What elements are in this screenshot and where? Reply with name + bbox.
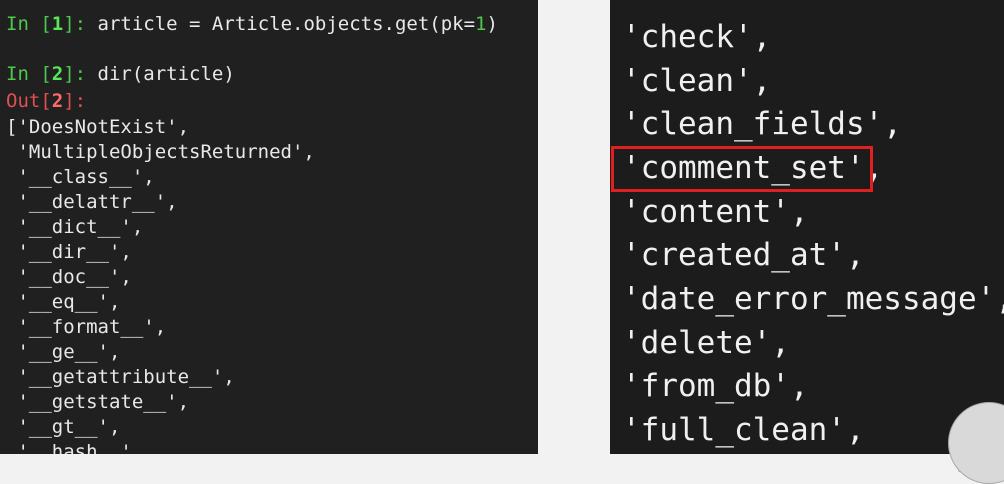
output-line: 'MultipleObjectsReturned', xyxy=(6,141,315,163)
divider-gap xyxy=(538,0,610,454)
output-line: '__getstate__', xyxy=(6,391,190,413)
zoomed-output-line: 'check', xyxy=(622,19,772,55)
code-text: article = Article.objects.get(pk= xyxy=(97,13,476,35)
in-prompt-close: ]: xyxy=(63,63,98,85)
zoomed-output-line: 'date_error_message', xyxy=(622,281,1004,317)
code-text: dir(article) xyxy=(97,63,235,85)
output-line: '__format__', xyxy=(6,316,167,338)
input-line-2: In [2]: dir(article) xyxy=(6,62,235,87)
output-line: '__class__', xyxy=(6,166,155,188)
output-line: '__dict__', xyxy=(6,216,144,238)
in-prompt-label: In [ xyxy=(6,63,52,85)
zoomed-output-line: 'content', xyxy=(622,194,809,230)
output-prompt-line: Out[2]: xyxy=(6,89,86,114)
zoomed-terminal-right[interactable]: 'check', 'clean', 'clean_fields', 'comme… xyxy=(610,0,1004,454)
zoomed-output-line: 'clean', xyxy=(622,63,772,99)
out-prompt-number: 2 xyxy=(51,90,64,112)
output-line: '__delattr__', xyxy=(6,191,178,213)
output-line: '__ge__', xyxy=(6,341,121,363)
output-line: '__eq__', xyxy=(6,291,121,313)
zoomed-output-line: 'clean_fields', xyxy=(622,106,902,142)
out-prompt-label: Out[ xyxy=(6,90,52,112)
zoomed-output-line: 'delete', xyxy=(622,325,790,361)
output-line: '__gt__', xyxy=(6,416,121,438)
code-text-close: ) xyxy=(486,13,498,35)
input-line-1: In [1]: article = Article.objects.get(pk… xyxy=(6,12,498,37)
output-line: '__hash__', xyxy=(6,441,144,454)
output-line: '__dir__', xyxy=(6,241,132,263)
zoomed-output-line: 'from_db', xyxy=(622,368,809,404)
comment-set-highlight-box xyxy=(611,146,873,192)
output-line: '__getattribute__', xyxy=(6,366,235,388)
in-prompt-close: ]: xyxy=(63,13,98,35)
out-prompt-close: ]: xyxy=(63,90,87,112)
zoomed-output-line: 'full_clean', xyxy=(622,412,865,448)
in-prompt-number: 2 xyxy=(51,63,64,85)
output-line: ['DoesNotExist', xyxy=(6,116,190,138)
in-prompt-label: In [ xyxy=(6,13,52,35)
zoomed-output-line: 'created_at', xyxy=(622,237,865,273)
in-prompt-number: 1 xyxy=(51,13,64,35)
code-number: 1 xyxy=(475,13,487,35)
output-line: '__doc__', xyxy=(6,266,132,288)
ipython-terminal-left[interactable]: In [1]: article = Article.objects.get(pk… xyxy=(0,0,539,454)
